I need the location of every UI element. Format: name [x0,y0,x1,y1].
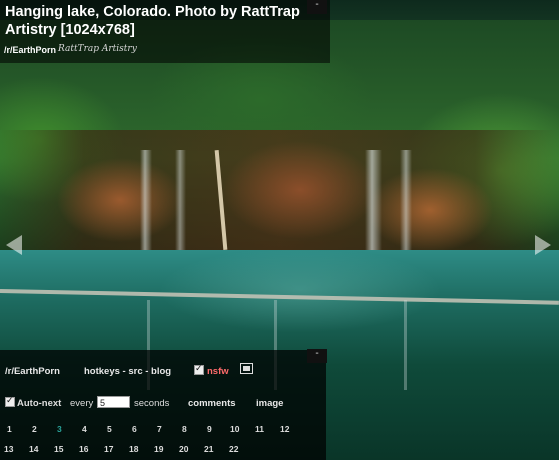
image-number-3[interactable]: 3 [57,424,62,434]
comments-link[interactable]: comments [188,398,236,409]
every-label: every [70,398,94,409]
image-number-7[interactable]: 7 [157,424,162,434]
photo-signature: RattTrap Artistry [58,44,137,54]
image-number-12[interactable]: 12 [280,424,289,434]
image-number-10[interactable]: 10 [230,424,239,434]
autonext-label[interactable]: Auto-next [17,398,61,409]
image-number-11[interactable]: 11 [255,424,264,434]
image-number-20[interactable]: 20 [179,444,188,454]
arrow-right-icon[interactable] [535,235,551,255]
image-number-22[interactable]: 22 [229,444,238,454]
nsfw-checkbox[interactable] [194,363,204,375]
collapse-title-button[interactable]: - [307,0,327,14]
autonext-interval-input[interactable]: 5 [97,396,130,408]
image-link[interactable]: image [256,398,283,409]
image-number-1[interactable]: 1 [7,424,12,434]
image-number-2[interactable]: 2 [32,424,37,434]
nsfw-label[interactable]: nsfw [207,366,229,377]
collapse-panel-button[interactable]: - [307,349,327,363]
image-number-15[interactable]: 15 [54,444,63,454]
image-number-5[interactable]: 5 [107,424,112,434]
subreddit-link[interactable]: /r/EarthPorn [5,366,60,377]
seconds-label: seconds [134,398,170,409]
photo-reflection [404,300,407,390]
image-number-6[interactable]: 6 [132,424,137,434]
image-number-9[interactable]: 9 [207,424,212,434]
image-number-14[interactable]: 14 [29,444,38,454]
image-number-4[interactable]: 4 [82,424,87,434]
image-number-13[interactable]: 13 [4,444,13,454]
title-panel: Hanging lake, Colorado. Photo by RattTra… [0,0,330,63]
autonext-checkbox[interactable] [5,395,15,407]
image-title[interactable]: Hanging lake, Colorado. Photo by RattTra… [5,3,325,39]
image-number-16[interactable]: 16 [79,444,88,454]
hotkeys-src-blog-links[interactable]: hotkeys - src - blog [84,366,171,377]
subreddit-label[interactable]: /r/EarthPorn [4,45,56,55]
image-number-8[interactable]: 8 [182,424,187,434]
image-number-18[interactable]: 18 [129,444,138,454]
image-number-19[interactable]: 19 [154,444,163,454]
image-number-17[interactable]: 17 [104,444,113,454]
photo-waterfalls [0,150,559,250]
image-number-21[interactable]: 21 [204,444,213,454]
arrow-left-icon[interactable] [6,235,22,255]
fullscreen-icon[interactable] [240,363,253,374]
